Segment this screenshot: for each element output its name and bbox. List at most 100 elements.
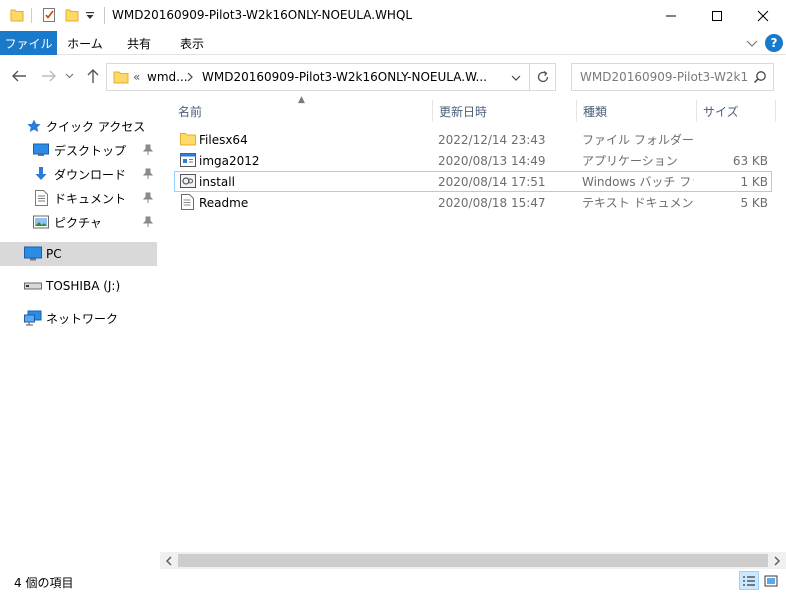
file-row[interactable]: Readme 2020/08/18 15:47 テキスト ドキュメント 5 KB — [174, 192, 772, 213]
close-button[interactable] — [740, 0, 786, 31]
pin-icon[interactable] — [142, 144, 154, 159]
star-icon — [26, 118, 42, 134]
nav-label: PC — [46, 247, 62, 261]
scroll-left-button[interactable] — [160, 552, 177, 569]
nav-label: ダウンロード — [54, 167, 127, 182]
nav-item-pictures[interactable]: ピクチャ — [0, 210, 157, 234]
chevron-down-icon — [65, 73, 73, 79]
tab-home[interactable]: ホーム — [60, 31, 110, 55]
chevron-down-icon — [511, 75, 521, 81]
chevron-right-icon — [774, 555, 781, 566]
nav-label: クイック アクセス — [46, 119, 146, 134]
search-icon[interactable] — [753, 70, 767, 87]
scroll-right-button[interactable] — [769, 552, 786, 569]
file-date: 2020/08/18 15:47 — [438, 195, 546, 210]
search-input[interactable]: WMD20160909-Pilot3-W2k16... — [580, 70, 748, 84]
up-button[interactable] — [82, 65, 104, 87]
properties-icon[interactable] — [42, 7, 56, 26]
nav-item-downloads[interactable]: ダウンロード — [0, 162, 157, 186]
large-icons-view-icon — [764, 575, 778, 586]
file-name: Filesx64 — [199, 132, 248, 147]
file-type: ファイル フォルダー — [582, 133, 694, 147]
file-row[interactable]: Filesx64 2022/12/14 23:43 ファイル フォルダー — [174, 129, 772, 150]
nav-item-documents[interactable]: ドキュメント — [0, 186, 157, 210]
text-file-icon — [181, 194, 194, 213]
column-header-name[interactable]: 名前 — [172, 99, 432, 123]
tab-view[interactable]: 表示 — [168, 31, 216, 55]
forward-arrow-icon — [42, 70, 56, 82]
column-header-date[interactable]: 更新日時 — [433, 99, 576, 123]
breadcrumb-item[interactable]: wmd... — [147, 70, 188, 84]
nav-item-desktop[interactable]: デスクトップ — [0, 138, 157, 162]
file-name: imga2012 — [199, 153, 260, 168]
file-row-focused[interactable]: install 2020/08/14 17:51 Windows バッチ ファ.… — [174, 171, 772, 192]
details-view-button[interactable] — [739, 571, 759, 590]
help-button[interactable]: ? — [765, 34, 783, 52]
batch-file-icon — [180, 174, 196, 191]
item-count: 4 個の項目 — [14, 576, 74, 590]
maximize-icon — [712, 10, 722, 21]
application-icon — [180, 153, 196, 170]
nav-label: ネットワーク — [46, 311, 119, 326]
file-date: 2020/08/14 17:51 — [438, 174, 546, 189]
nav-item-drive[interactable]: TOSHIBA (J:) — [0, 274, 157, 298]
title-bar: WMD20160909-Pilot3-W2k16ONLY-NOEULA.WHQL — [0, 0, 786, 31]
pin-icon[interactable] — [142, 168, 154, 183]
address-bar[interactable]: « wmd... WMD20160909-Pilot3-W2k16ONLY-NO… — [106, 63, 530, 91]
tab-file[interactable]: ファイル — [0, 31, 57, 55]
large-icons-view-button[interactable] — [761, 571, 781, 590]
ribbon: ファイル ホーム 共有 表示 ? — [0, 31, 786, 55]
nav-item-network[interactable]: ネットワーク — [0, 306, 157, 330]
nav-quick-access[interactable]: クイック アクセス — [0, 114, 157, 138]
pictures-icon — [33, 215, 49, 229]
breadcrumb-current[interactable]: WMD20160909-Pilot3-W2k16ONLY-NOEULA.W... — [202, 70, 487, 84]
horizontal-scrollbar[interactable] — [160, 552, 786, 569]
back-arrow-icon — [12, 70, 26, 82]
window-title: WMD20160909-Pilot3-W2k16ONLY-NOEULA.WHQL — [112, 8, 413, 22]
minimize-icon — [666, 15, 676, 16]
customize-toolbar-icon[interactable] — [85, 10, 95, 24]
search-box[interactable]: WMD20160909-Pilot3-W2k16... — [571, 63, 774, 91]
column-header-size[interactable]: サイズ — [697, 99, 775, 123]
folder-icon — [180, 132, 196, 149]
folder-icon — [10, 7, 24, 26]
expand-ribbon-icon[interactable] — [746, 38, 758, 52]
navigation-pane: クイック アクセス デスクトップ ダウンロード ドキュメント ピクチャ PC T… — [0, 99, 160, 569]
documents-icon — [35, 190, 48, 206]
pin-icon[interactable] — [142, 192, 154, 207]
file-type: アプリケーション — [582, 154, 678, 168]
back-button[interactable] — [8, 65, 30, 87]
nav-label: ピクチャ — [54, 215, 102, 230]
breadcrumb-separator-icon[interactable] — [187, 70, 193, 85]
recent-locations-button[interactable] — [62, 65, 76, 87]
file-name: install — [199, 174, 235, 189]
nav-label: TOSHIBA (J:) — [46, 279, 121, 293]
new-folder-icon[interactable] — [65, 7, 79, 26]
pin-icon[interactable] — [142, 216, 154, 231]
close-icon — [757, 10, 769, 21]
up-arrow-icon — [87, 69, 99, 83]
file-type: Windows バッチ ファ... — [582, 175, 694, 189]
nav-item-pc[interactable]: PC — [0, 242, 157, 266]
status-bar: 4 個の項目 — [0, 569, 786, 593]
file-date: 2022/12/14 23:43 — [438, 132, 546, 147]
file-size: 1 KB — [740, 174, 768, 189]
scrollbar-thumb[interactable] — [178, 554, 768, 567]
maximize-button[interactable] — [694, 0, 740, 31]
breadcrumb-overflow[interactable]: « — [133, 70, 140, 84]
file-row[interactable]: imga2012 2020/08/13 14:49 アプリケーション 63 KB — [174, 150, 772, 171]
refresh-icon — [537, 70, 548, 83]
file-type: テキスト ドキュメント — [582, 196, 694, 210]
nav-label: ドキュメント — [54, 191, 127, 206]
address-dropdown-button[interactable] — [505, 69, 527, 87]
column-header-type[interactable]: 種類 — [577, 99, 696, 123]
tab-share[interactable]: 共有 — [115, 31, 163, 55]
minimize-button[interactable] — [648, 0, 694, 31]
refresh-button[interactable] — [530, 63, 556, 91]
forward-button[interactable] — [38, 65, 60, 87]
chevron-left-icon — [165, 555, 172, 566]
download-icon — [33, 166, 49, 182]
file-size: 5 KB — [740, 195, 768, 210]
computer-icon — [24, 246, 42, 262]
file-size — [694, 129, 768, 150]
